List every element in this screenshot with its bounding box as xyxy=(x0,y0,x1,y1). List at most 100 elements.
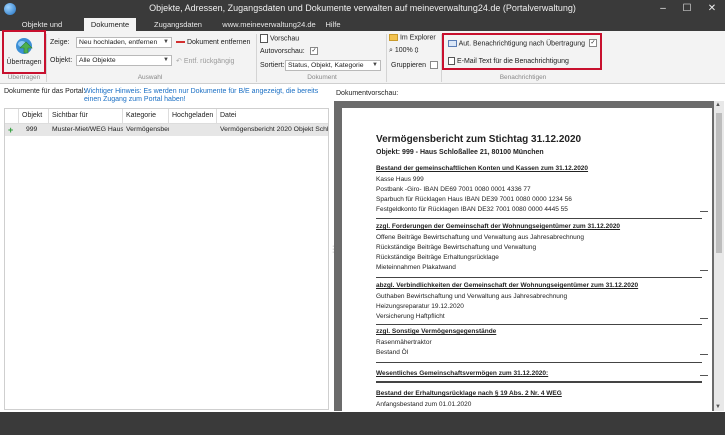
zoom-control[interactable]: ⌕ 100% ⇕ xyxy=(389,47,419,55)
portal-label: Dokumente für das Portal: xyxy=(4,88,86,95)
zoom-icon: ⌕ xyxy=(389,47,393,54)
close-button[interactable]: ✕ xyxy=(701,0,723,18)
cell-objekt: 999 xyxy=(26,126,38,133)
vorschau-label: Vorschau xyxy=(269,35,300,43)
section-heading: zzgl. Forderungen der Gemeinschaft der W… xyxy=(376,223,621,230)
explorer-button[interactable]: Im Explorer xyxy=(389,34,436,41)
cell-kategorie: Vermögensber xyxy=(126,126,169,133)
sortiert-select[interactable]: Status, Objekt, Kategorie ▼ xyxy=(285,60,381,71)
group-label-upload: Übertragen xyxy=(7,74,41,81)
ribbon: Übertragen Übertragen Zeige: Neu hochlad… xyxy=(0,31,725,84)
portal-header: Dokumente für das Portal: Wichtiger Hinw… xyxy=(0,85,332,107)
autovorschau-label: Autovorschau: xyxy=(260,48,305,55)
document-icon xyxy=(260,34,268,43)
section-line: Kasse Haus 999 xyxy=(376,176,424,183)
sortiert-label: Sortiert: xyxy=(260,62,285,69)
highlight-notify xyxy=(442,33,602,70)
zeige-label: Zeige: xyxy=(50,39,70,46)
highlight-upload xyxy=(2,30,46,74)
column-kategorie[interactable]: Kategorie xyxy=(123,109,169,123)
preview-page: Vermögensbericht zum Stichtag 31.12.2020… xyxy=(342,108,712,411)
separator xyxy=(386,34,387,82)
cell-hochgeladen xyxy=(169,124,217,136)
divider xyxy=(376,218,702,219)
section-line: Versicherung Haftpflicht xyxy=(376,313,445,320)
group-label-auswahl: Auswahl xyxy=(137,74,163,81)
minimize-button[interactable]: – xyxy=(652,0,674,18)
remove-document-label: Dokument entfernen xyxy=(186,39,251,46)
chevron-down-icon: ▼ xyxy=(163,39,169,45)
ribbon-tabs: Objekte und Adressen Dokumente Zugangsda… xyxy=(0,18,725,42)
document-preview[interactable]: Vermögensbericht zum Stichtag 31.12.2020… xyxy=(334,101,724,411)
tab-dokumente[interactable]: Dokumente xyxy=(84,18,136,31)
autovorschau-checkbox[interactable]: ✓ xyxy=(310,47,318,55)
value-line xyxy=(700,318,708,319)
section-line: Guthaben Bewirtschaftung und Verwaltung … xyxy=(376,293,568,300)
value-line xyxy=(700,354,708,355)
column-hochgeladen[interactable]: Hochgeladen xyxy=(169,109,217,123)
section-line: Rückständige Beiträge Erhaltungsrücklage xyxy=(376,254,499,261)
column-sichtbar[interactable]: Sichtbar für xyxy=(49,109,123,123)
gruppieren-checkbox[interactable] xyxy=(430,61,438,69)
separator xyxy=(46,34,47,82)
documents-table: Objekt Sichtbar für Kategorie Hochgelade… xyxy=(4,108,329,410)
undo-icon: ↶ xyxy=(176,58,182,65)
chevron-down-icon: ▼ xyxy=(372,62,378,68)
maximize-button[interactable]: ☐ xyxy=(676,0,698,18)
group-label-benachrichtigen: Benachrichtigen xyxy=(499,74,547,81)
minus-icon xyxy=(176,41,185,44)
explorer-label: Im Explorer xyxy=(399,34,436,42)
section-line: Rasenmähertraktor xyxy=(376,339,432,346)
separator xyxy=(256,34,257,82)
cell-sichtbar: Muster-Miet/WEG Haus xyxy=(52,126,123,133)
tab-website[interactable]: www.meineverwaltung24.de xyxy=(222,18,316,31)
divider xyxy=(376,362,702,363)
undo-remove-button[interactable]: ↶ Entf. rückgängig xyxy=(176,57,234,65)
section-heading: Bestand der gemeinschaftlichen Konten un… xyxy=(376,165,589,172)
report-title: Vermögensbericht zum Stichtag 31.12.2020 xyxy=(376,134,582,145)
section-line: Rückständige Beiträge Bewirtschaftung un… xyxy=(376,244,537,251)
remove-document-button[interactable]: Dokument entfernen xyxy=(176,39,250,46)
divider xyxy=(376,381,702,383)
reserve-line: Anfangsbestand zum 01.01.2020 xyxy=(376,401,472,408)
column-objekt[interactable]: Objekt xyxy=(19,109,49,123)
undo-remove-label: Entf. rückgängig xyxy=(183,58,235,65)
total-heading: Wesentliches Gemeinschaftsvermögen zum 3… xyxy=(376,370,549,377)
objekt-label: Objekt: xyxy=(50,57,73,64)
status-bar xyxy=(0,412,725,435)
hint-text: Wichtiger Hinweis: Es werden nur Dokumen… xyxy=(84,88,319,103)
preview-scrollbar[interactable]: ▲ ▼ xyxy=(714,101,724,411)
tab-zugangsdaten[interactable]: Zugangsdaten verwalten xyxy=(138,18,218,42)
tab-hilfe[interactable]: Hilfe xyxy=(322,18,344,31)
chevron-down-icon: ▼ xyxy=(163,57,169,63)
group-label-dokument: Dokument xyxy=(307,74,337,81)
section-line: Festgeldkonto für Rücklagen IBAN DE32 70… xyxy=(376,206,568,213)
divider xyxy=(376,324,702,325)
zeige-select[interactable]: Neu hochladen, entfernen ▼ xyxy=(76,37,172,48)
column-status xyxy=(5,109,19,123)
gruppieren-label: Gruppieren xyxy=(391,62,427,69)
chevron-down-icon[interactable]: ▼ xyxy=(715,404,721,410)
section-line: Offene Beiträge Bewirtschaftung und Verw… xyxy=(376,234,585,241)
cell-datei: Vermögensbericht 2020 Objekt Schlo xyxy=(220,126,328,133)
divider xyxy=(376,277,702,278)
value-line xyxy=(700,375,708,376)
window-title: Objekte, Adressen, Zugangsdaten und Doku… xyxy=(149,3,576,13)
section-line: Postbank -Giro- IBAN DE69 7001 0080 0001… xyxy=(376,186,531,193)
section-line: Bestand Öl xyxy=(376,349,409,356)
section-line: Heizungsreparatur 19.12.2020 xyxy=(376,303,464,310)
new-status-icon: + xyxy=(8,125,14,135)
section-line: Mieteinnahmen Plakatwand xyxy=(376,264,456,271)
objekt-value: Alle Objekte xyxy=(79,57,116,64)
column-datei[interactable]: Datei xyxy=(217,109,328,123)
vorschau-button[interactable]: Vorschau xyxy=(260,34,299,43)
spin-icon: ⇕ xyxy=(414,47,419,54)
report-subtitle: Objekt: 999 - Haus Schloßallee 21, 80100… xyxy=(376,149,544,156)
objekt-select[interactable]: Alle Objekte ▼ xyxy=(76,55,172,66)
title-bar: Objekte, Adressen, Zugangsdaten und Doku… xyxy=(0,0,725,18)
scrollbar-thumb[interactable] xyxy=(716,113,722,253)
value-line xyxy=(700,270,708,271)
sortiert-value: Status, Objekt, Kategorie xyxy=(288,62,364,69)
chevron-up-icon[interactable]: ▲ xyxy=(715,102,721,108)
value-line xyxy=(700,211,708,212)
